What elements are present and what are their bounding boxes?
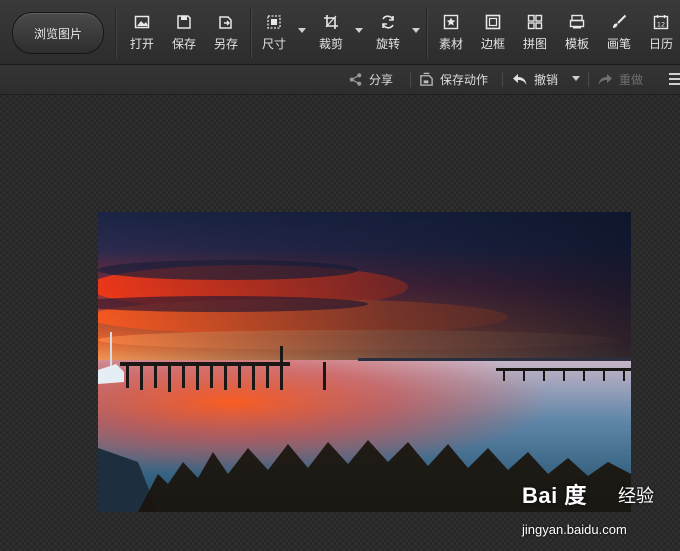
redo-label: 重做 <box>619 73 644 87</box>
share-icon <box>349 73 362 86</box>
main-toolbar: 浏览图片 打开 保存 另存 尺寸 裁剪 旋转 素材 边框 拼图 模板 画笔 12… <box>0 0 680 65</box>
toolbar-divider <box>250 8 252 58</box>
photo-preview[interactable] <box>98 212 631 512</box>
collage-button[interactable]: 拼图 <box>518 14 552 58</box>
crop-label: 裁剪 <box>318 37 343 51</box>
save-button[interactable]: 保存 <box>167 14 201 58</box>
collage-icon <box>527 14 543 30</box>
resize-icon <box>267 15 281 29</box>
watermark-brand: 经验 <box>618 486 654 507</box>
save-action-icon <box>420 72 433 86</box>
calendar-label: 日历 <box>648 37 673 51</box>
rotate-button[interactable]: 旋转 <box>371 14 405 58</box>
open-button[interactable]: 打开 <box>125 14 159 58</box>
brush-label: 画笔 <box>606 37 631 51</box>
subbar-divider <box>502 72 503 87</box>
rotate-icon <box>382 15 394 29</box>
resize-label: 尺寸 <box>261 37 286 51</box>
rotate-label: 旋转 <box>375 37 400 51</box>
watermark-url: jingyan.baidu.com <box>522 522 627 537</box>
rotate-dropdown-icon[interactable] <box>412 28 420 33</box>
save-as-button[interactable]: 另存 <box>209 14 243 58</box>
save-icon <box>177 15 191 29</box>
template-button[interactable]: 模板 <box>560 14 594 58</box>
redo-button[interactable]: 重做 <box>597 65 643 94</box>
sticker-icon <box>443 14 459 30</box>
frame-button[interactable]: 边框 <box>476 14 510 58</box>
brush-button[interactable]: 画笔 <box>602 14 636 58</box>
sticker-button[interactable]: 素材 <box>434 14 468 58</box>
save-as-label: 另存 <box>213 37 238 51</box>
share-button[interactable]: 分享 <box>348 65 393 94</box>
frame-label: 边框 <box>480 37 505 51</box>
resize-button[interactable]: 尺寸 <box>257 14 291 58</box>
undo-dropdown-icon[interactable] <box>572 76 580 81</box>
open-label: 打开 <box>129 37 154 51</box>
collage-label: 拼图 <box>522 37 547 51</box>
calendar-icon: 12 <box>653 15 669 30</box>
template-icon <box>569 14 585 29</box>
subbar-divider <box>588 72 589 87</box>
save-action-button[interactable]: 保存动作 <box>419 65 488 94</box>
calendar-button[interactable]: 12 日历 <box>644 14 678 58</box>
open-image-icon <box>134 15 150 29</box>
save-label: 保存 <box>171 37 196 51</box>
save-action-label: 保存动作 <box>440 73 489 87</box>
watermark-logo: Bai 度 <box>522 483 587 508</box>
sticker-label: 素材 <box>438 37 463 51</box>
subbar-divider <box>410 72 411 87</box>
share-label: 分享 <box>369 73 394 87</box>
template-label: 模板 <box>564 37 589 51</box>
menu-icon[interactable] <box>669 73 680 86</box>
watermark: Bai 度 经验 jingyan.baidu.com <box>520 478 670 546</box>
crop-icon <box>324 15 338 29</box>
crop-button[interactable]: 裁剪 <box>314 14 348 58</box>
frame-icon <box>485 14 501 30</box>
undo-icon <box>513 73 527 85</box>
crop-dropdown-icon[interactable] <box>355 28 363 33</box>
calendar-number: 12 <box>657 21 665 29</box>
save-as-icon <box>219 16 232 29</box>
brush-icon <box>613 14 627 28</box>
secondary-toolbar: 分享 保存动作 撤销 重做 <box>0 65 680 95</box>
browse-images-button[interactable]: 浏览图片 <box>12 12 104 54</box>
undo-label: 撤销 <box>534 73 559 87</box>
resize-dropdown-icon[interactable] <box>298 28 306 33</box>
redo-icon <box>598 73 612 85</box>
sunset-lake-image <box>98 212 631 512</box>
toolbar-divider <box>115 8 117 58</box>
undo-button[interactable]: 撤销 <box>512 65 558 94</box>
toolbar-divider <box>426 8 428 58</box>
